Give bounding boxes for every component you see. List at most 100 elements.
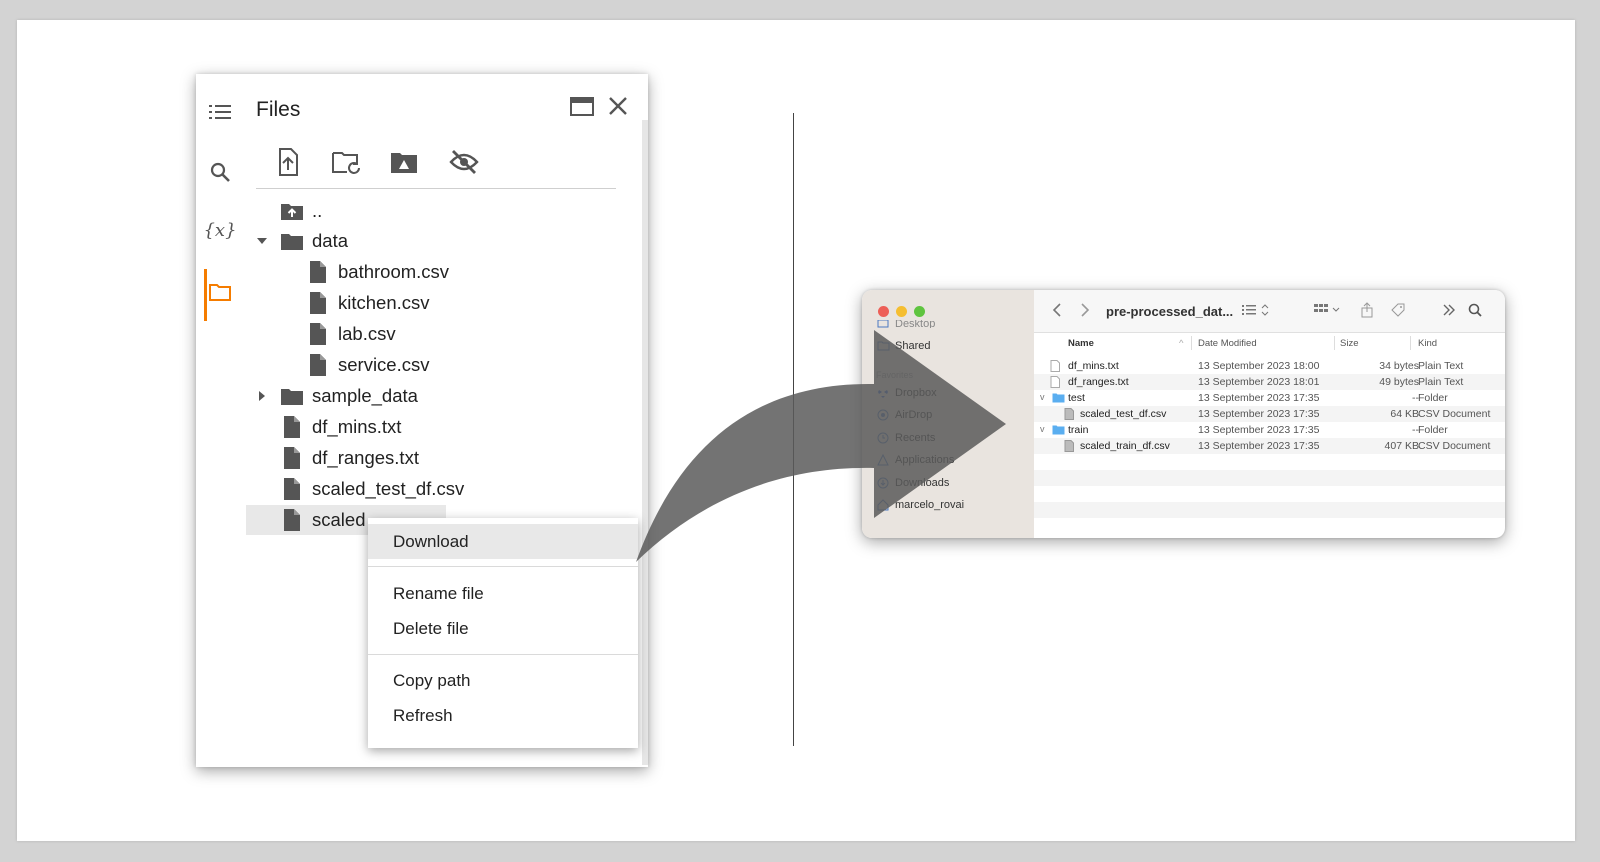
sidebar-item-recents[interactable]: Recents <box>876 432 935 444</box>
menu-item-delete-file[interactable]: Delete file <box>368 611 638 646</box>
tree-row-file[interactable]: df_mins.txt <box>280 412 401 442</box>
row-kind: CSV Document <box>1418 408 1491 420</box>
search-icon[interactable] <box>206 158 234 186</box>
menu-item-refresh[interactable]: Refresh <box>368 698 638 733</box>
sidebar-item-downloads[interactable]: Downloads <box>876 477 949 489</box>
tree-row-file[interactable]: bathroom.csv <box>306 257 449 287</box>
group-view-icon[interactable] <box>1314 302 1344 318</box>
tree-row-file[interactable]: kitchen.csv <box>306 288 430 318</box>
csv-file-icon <box>1064 408 1074 420</box>
column-size[interactable]: Size <box>1340 338 1358 349</box>
hide-files-icon[interactable] <box>448 146 480 178</box>
sidebar-item-desktop[interactable]: Desktop <box>876 320 935 328</box>
finder-row[interactable]: v test 13 September 2023 17:35 -- Folder <box>1034 390 1505 406</box>
disclosure-open-icon[interactable]: v <box>1040 424 1045 434</box>
disclosure-open-icon[interactable]: v <box>1040 392 1045 402</box>
close-icon[interactable] <box>604 92 632 120</box>
column-name[interactable]: Name <box>1068 338 1094 349</box>
desktop-icon <box>876 320 890 328</box>
sidebar-label: AirDrop <box>895 409 933 421</box>
table-of-contents-icon[interactable] <box>206 98 234 126</box>
csv-file-icon <box>1064 440 1074 452</box>
forward-icon[interactable] <box>1080 302 1090 318</box>
back-icon[interactable] <box>1052 302 1062 318</box>
menu-item-download[interactable]: Download <box>368 524 638 559</box>
row-date: 13 September 2023 18:00 <box>1198 360 1320 372</box>
row-name: test <box>1068 392 1085 404</box>
tree-label: service.csv <box>338 354 430 375</box>
sidebar-item-shared[interactable]: Shared <box>876 340 930 352</box>
row-kind: CSV Document <box>1418 440 1491 452</box>
sidebar-section-favorites: Favorites <box>876 370 914 380</box>
sidebar-item-applications[interactable]: Applications <box>876 454 954 466</box>
column-kind[interactable]: Kind <box>1418 338 1437 349</box>
sidebar-item-airdrop[interactable]: AirDrop <box>876 409 932 421</box>
tree-label: lab.csv <box>338 323 396 344</box>
file-icon <box>306 322 330 346</box>
finder-empty-row <box>1034 454 1505 470</box>
folder-icon <box>280 229 304 253</box>
minimize-window-button[interactable] <box>896 306 907 317</box>
finder-row[interactable]: v train 13 September 2023 17:35 -- Folde… <box>1034 422 1505 438</box>
tag-icon[interactable] <box>1390 302 1406 318</box>
sidebar-item-dropbox[interactable]: Dropbox <box>876 387 937 399</box>
finder-sidebar: Desktop Shared Favorites Dropbox AirDrop… <box>862 290 1034 538</box>
panel-title: Files <box>256 98 301 121</box>
row-name: scaled_train_df.csv <box>1080 440 1170 452</box>
finder-empty-row <box>1034 486 1505 502</box>
applications-icon <box>876 454 890 466</box>
variables-icon[interactable]: {x} <box>203 216 236 244</box>
column-divider <box>1191 336 1192 350</box>
context-menu: Download Rename file Delete file Copy pa… <box>368 518 638 748</box>
menu-divider <box>368 654 638 655</box>
sidebar-label: Desktop <box>895 320 936 328</box>
file-icon <box>306 260 330 284</box>
row-name: df_mins.txt <box>1068 360 1119 372</box>
tree-row-file[interactable]: scaled_test_df.csv <box>280 474 464 504</box>
tree-row-file[interactable]: service.csv <box>306 350 430 380</box>
row-kind: Plain Text <box>1418 376 1464 388</box>
column-date-modified[interactable]: Date Modified <box>1198 338 1257 349</box>
finder-row[interactable]: scaled_test_df.csv 13 September 2023 17:… <box>1034 406 1505 422</box>
row-size: 34 bytes <box>1379 360 1419 372</box>
refresh-folder-icon[interactable] <box>330 146 362 178</box>
parent-folder-icon <box>280 199 304 223</box>
close-window-button[interactable] <box>878 306 889 317</box>
file-icon <box>280 446 304 470</box>
share-icon[interactable] <box>1360 302 1374 318</box>
column-divider <box>1410 336 1411 350</box>
folder-icon <box>1052 425 1065 435</box>
menu-item-rename-file[interactable]: Rename file <box>368 576 638 611</box>
zoom-window-button[interactable] <box>914 306 925 317</box>
finder-title: pre-processed_dat... <box>1106 304 1234 319</box>
caret-down-icon[interactable] <box>252 231 272 251</box>
sidebar-label: marcelo_rovai <box>895 499 965 511</box>
finder-row[interactable]: scaled_train_df.csv 13 September 2023 17… <box>1034 438 1505 454</box>
tree-row-sample-data[interactable]: sample_data <box>252 381 418 411</box>
tree-label: sample_data <box>312 385 418 406</box>
row-kind: Folder <box>1418 424 1448 436</box>
menu-divider <box>368 566 638 567</box>
tree-row-data[interactable]: data <box>252 226 348 256</box>
row-kind: Folder <box>1418 392 1448 404</box>
finder-row[interactable]: df_mins.txt 13 September 2023 18:00 34 b… <box>1034 358 1505 374</box>
tree-row-file[interactable]: df_ranges.txt <box>280 443 419 473</box>
tree-row-parent[interactable]: .. <box>280 196 322 226</box>
sidebar-label: Downloads <box>895 477 950 489</box>
more-chevron-icon[interactable] <box>1442 302 1456 318</box>
file-icon <box>280 477 304 501</box>
folder-icon <box>1052 393 1065 403</box>
row-date: 13 September 2023 17:35 <box>1198 424 1320 436</box>
row-name: train <box>1068 424 1089 436</box>
caret-right-icon[interactable] <box>252 386 272 406</box>
upload-file-icon[interactable] <box>272 146 304 178</box>
open-in-window-icon[interactable] <box>568 92 596 120</box>
files-folder-icon[interactable] <box>206 278 234 306</box>
search-icon[interactable] <box>1468 302 1482 318</box>
finder-row[interactable]: df_ranges.txt 13 September 2023 18:01 49… <box>1034 374 1505 390</box>
tree-row-file[interactable]: lab.csv <box>306 319 396 349</box>
menu-item-copy-path[interactable]: Copy path <box>368 663 638 698</box>
sidebar-item-home[interactable]: marcelo_rovai <box>876 499 964 511</box>
list-view-icon[interactable] <box>1242 302 1272 318</box>
mount-drive-icon[interactable] <box>388 146 420 178</box>
